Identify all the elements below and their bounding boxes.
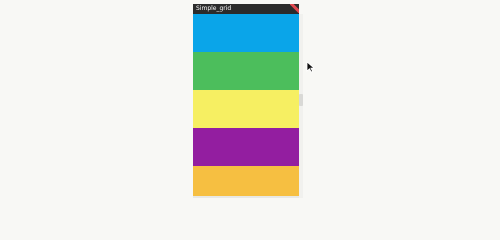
grid-list[interactable]	[193, 14, 299, 198]
tile-green[interactable]	[193, 52, 299, 90]
vertical-scrollbar[interactable]	[299, 14, 303, 198]
window-bottom-edge	[193, 196, 299, 198]
debug-ribbon-icon	[290, 4, 299, 13]
tile-purple[interactable]	[193, 128, 299, 166]
tile-orange[interactable]	[193, 166, 299, 198]
tile-yellow[interactable]	[193, 90, 299, 128]
app-title: Simple_grid	[196, 5, 232, 12]
tile-blue[interactable]	[193, 14, 299, 52]
desktop: Simple_grid	[0, 0, 500, 200]
scrollbar-thumb[interactable]	[299, 94, 303, 106]
app-window: Simple_grid	[193, 4, 299, 198]
app-title-bar: Simple_grid	[193, 4, 299, 14]
mouse-pointer-icon	[306, 61, 316, 73]
